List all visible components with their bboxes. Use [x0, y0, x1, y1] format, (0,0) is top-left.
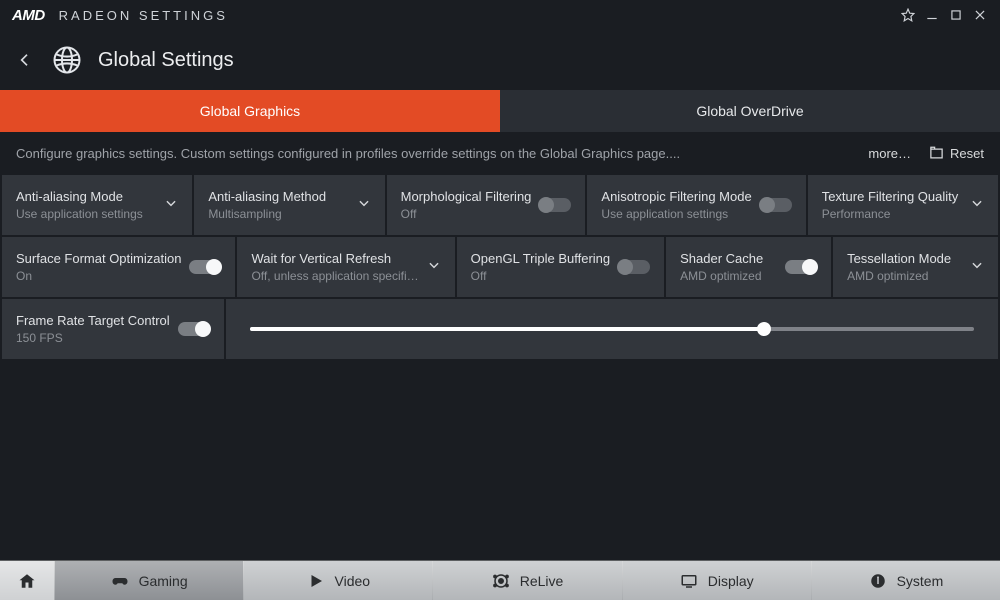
setting-title: OpenGL Triple Buffering — [471, 251, 610, 266]
nav-system[interactable]: System — [812, 561, 1000, 600]
maximize-icon[interactable] — [944, 3, 968, 27]
setting-title: Tessellation Mode — [847, 251, 962, 266]
setting-title: Shader Cache — [680, 251, 777, 266]
tab-global-graphics[interactable]: Global Graphics — [0, 90, 500, 132]
setting-value: Use application settings — [16, 207, 156, 221]
setting-aa-mode[interactable]: Anti-aliasing Mode Use application settin… — [2, 175, 192, 235]
setting-anisotropic-filtering[interactable]: Anisotropic Filtering Mode Use applicatio… — [587, 175, 805, 235]
nav-label: System — [897, 573, 944, 589]
nav-label: Gaming — [139, 573, 188, 589]
nav-gaming[interactable]: Gaming — [55, 561, 243, 600]
titlebar: AMD RADEON SETTINGS — [0, 0, 1000, 30]
setting-morphological-filtering[interactable]: Morphological Filtering Off — [387, 175, 586, 235]
chevron-down-icon[interactable] — [427, 258, 441, 277]
minimize-icon[interactable] — [920, 3, 944, 27]
setting-title: Anisotropic Filtering Mode — [601, 189, 751, 204]
back-button[interactable] — [14, 49, 36, 71]
toggle-anisotropic[interactable] — [760, 198, 792, 212]
setting-value: Use application settings — [601, 207, 751, 221]
toggle-morphological[interactable] — [539, 198, 571, 212]
chevron-down-icon[interactable] — [970, 196, 984, 215]
close-icon[interactable] — [968, 3, 992, 27]
setting-value: On — [16, 269, 181, 283]
setting-title: Morphological Filtering — [401, 189, 532, 204]
tab-global-overdrive[interactable]: Global OverDrive — [500, 90, 1000, 132]
toggle-frtc[interactable] — [178, 322, 210, 336]
setting-title: Wait for Vertical Refresh — [251, 251, 418, 266]
page-header: Global Settings — [0, 30, 1000, 90]
amd-logo: AMD — [12, 7, 45, 24]
setting-title: Frame Rate Target Control — [16, 313, 170, 328]
setting-texture-filtering[interactable]: Texture Filtering Quality Performance — [808, 175, 998, 235]
setting-surface-format[interactable]: Surface Format Optimization On — [2, 237, 235, 297]
reset-label: Reset — [950, 146, 984, 161]
settings-grid: Anti-aliasing Mode Use application settin… — [0, 175, 1000, 359]
slider-thumb[interactable] — [757, 322, 771, 336]
frtc-slider[interactable] — [250, 327, 974, 331]
chevron-down-icon[interactable] — [970, 258, 984, 277]
app-title: RADEON SETTINGS — [59, 8, 228, 23]
setting-value: Off — [471, 269, 610, 283]
nav-label: Video — [335, 573, 371, 589]
setting-tessellation[interactable]: Tessellation Mode AMD optimized — [833, 237, 998, 297]
setting-vsync[interactable]: Wait for Vertical Refresh Off, unless app… — [237, 237, 454, 297]
setting-value: Multisampling — [208, 207, 348, 221]
setting-aa-method[interactable]: Anti-aliasing Method Multisampling — [194, 175, 384, 235]
setting-frame-rate-target[interactable]: Frame Rate Target Control 150 FPS — [2, 299, 224, 359]
chevron-down-icon[interactable] — [357, 196, 371, 215]
setting-triple-buffering[interactable]: OpenGL Triple Buffering Off — [457, 237, 664, 297]
bottom-nav: Gaming Video ReLive Display System — [0, 560, 1000, 600]
description-row: Configure graphics settings. Custom sett… — [0, 132, 1000, 175]
description-text: Configure graphics settings. Custom sett… — [16, 146, 850, 161]
tabs: Global Graphics Global OverDrive — [0, 90, 1000, 132]
setting-value: AMD optimized — [680, 269, 777, 283]
toggle-triple-buffering[interactable] — [618, 260, 650, 274]
nav-video[interactable]: Video — [244, 561, 432, 600]
frtc-slider-cell — [226, 299, 998, 359]
toggle-surface-format[interactable] — [189, 260, 221, 274]
star-icon[interactable] — [896, 3, 920, 27]
chevron-down-icon[interactable] — [164, 196, 178, 215]
setting-value: AMD optimized — [847, 269, 962, 283]
more-link[interactable]: more… — [868, 146, 911, 161]
setting-value: Off, unless application specifi… — [251, 269, 418, 283]
nav-label: Display — [708, 573, 754, 589]
reset-button[interactable]: Reset — [929, 146, 984, 161]
setting-value: Off — [401, 207, 532, 221]
setting-shader-cache[interactable]: Shader Cache AMD optimized — [666, 237, 831, 297]
setting-value: Performance — [822, 207, 962, 221]
page-title: Global Settings — [98, 49, 234, 72]
setting-value: 150 FPS — [16, 331, 170, 345]
nav-home[interactable] — [0, 561, 54, 600]
globe-icon — [50, 43, 84, 77]
nav-display[interactable]: Display — [623, 561, 811, 600]
nav-label: ReLive — [520, 573, 564, 589]
setting-title: Anti-aliasing Method — [208, 189, 348, 204]
setting-title: Surface Format Optimization — [16, 251, 181, 266]
nav-relive[interactable]: ReLive — [433, 561, 621, 600]
setting-title: Anti-aliasing Mode — [16, 189, 156, 204]
setting-title: Texture Filtering Quality — [822, 189, 962, 204]
toggle-shader-cache[interactable] — [785, 260, 817, 274]
